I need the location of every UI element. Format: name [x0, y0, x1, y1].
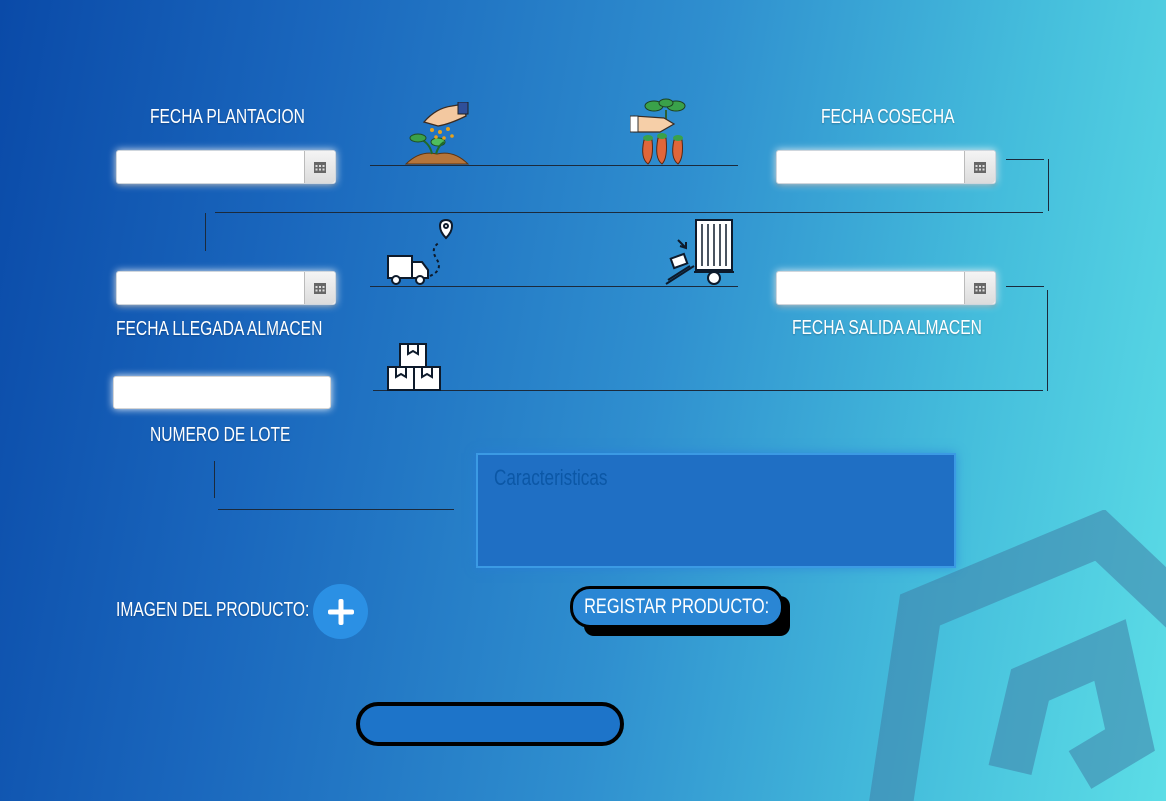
fecha-salida-almacen-value[interactable]	[783, 272, 961, 304]
fecha-cosecha-field[interactable]	[776, 150, 996, 184]
connector-line	[205, 213, 206, 251]
bottom-action-button[interactable]	[356, 702, 624, 746]
calendar-icon[interactable]	[304, 272, 335, 304]
connector-line	[1048, 159, 1049, 211]
add-image-button[interactable]	[313, 584, 368, 639]
fecha-cosecha-value[interactable]	[783, 151, 961, 183]
numero-de-lote-input[interactable]	[113, 376, 331, 409]
caracteristicas-textarea[interactable]: Caracteristicas	[476, 453, 956, 568]
connector-line	[373, 390, 1043, 391]
fecha-llegada-almacen-field[interactable]	[116, 271, 336, 305]
fecha-salida-almacen-field[interactable]	[776, 271, 996, 305]
register-product-wrapper: REGISTAR PRODUCTO:	[570, 586, 792, 638]
connector-line	[1047, 290, 1048, 391]
calendar-icon[interactable]	[964, 151, 995, 183]
register-product-label: REGISTAR PRODUCTO:	[584, 595, 770, 618]
harvest-icon	[630, 98, 686, 165]
plus-icon	[327, 598, 354, 625]
connector-line	[215, 212, 1043, 213]
fecha-salida-almacen-label: FECHA SALIDA ALMACEN	[792, 317, 982, 339]
fecha-plantacion-value[interactable]	[123, 151, 301, 183]
fecha-plantacion-field[interactable]	[116, 150, 336, 184]
register-product-button[interactable]: REGISTAR PRODUCTO:	[570, 586, 784, 628]
fecha-llegada-almacen-value[interactable]	[123, 272, 301, 304]
fecha-cosecha-label: FECHA COSECHA	[821, 106, 955, 128]
imagen-del-producto-label: IMAGEN DEL PRODUCTO:	[116, 599, 310, 621]
fecha-plantacion-label: FECHA PLANTACION	[150, 106, 305, 128]
connector-line	[1006, 286, 1044, 287]
stacked-boxes-icon	[387, 343, 441, 391]
numero-de-lote-label: NUMERO DE LOTE	[150, 424, 291, 446]
planting-icon	[404, 102, 470, 165]
caracteristicas-placeholder: Caracteristicas	[494, 465, 608, 490]
connector-line	[1006, 159, 1044, 160]
fecha-llegada-almacen-label: FECHA LLEGADA ALMACEN	[116, 318, 323, 340]
connector-line	[214, 461, 215, 498]
warehouse-trailer-icon	[665, 219, 734, 285]
calendar-icon[interactable]	[964, 272, 995, 304]
connector-line	[218, 509, 454, 510]
calendar-icon[interactable]	[304, 151, 335, 183]
delivery-truck-icon	[387, 218, 454, 285]
